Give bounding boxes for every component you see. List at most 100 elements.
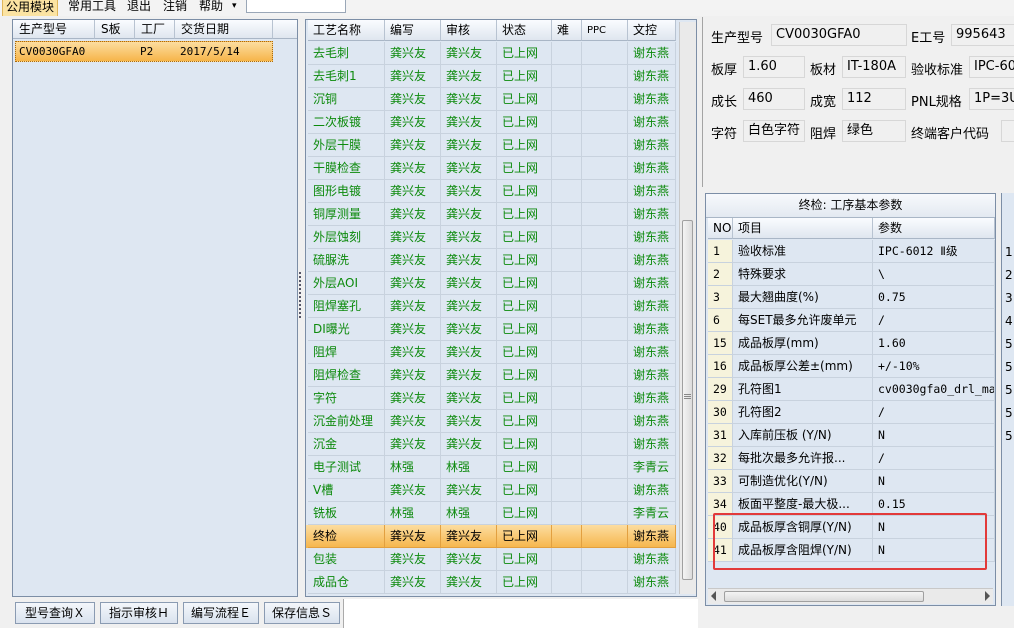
save-info-button[interactable]: 保存信息Ｓ xyxy=(264,602,340,624)
params-scrollbar-thumb[interactable] xyxy=(724,591,924,602)
process-reviewer: 龚兴友 xyxy=(441,157,497,180)
param-row[interactable]: 32 每批次最多允许报... / xyxy=(706,447,995,470)
col-header-writer[interactable]: 编写 xyxy=(385,20,441,41)
process-difficulty xyxy=(552,88,582,111)
process-row[interactable]: DI曝光 龚兴友 龚兴友 已上网 谢东燕 xyxy=(306,318,676,341)
process-row[interactable]: 终检 龚兴友 龚兴友 已上网 谢东燕 xyxy=(306,525,676,548)
params-horizontal-scrollbar[interactable] xyxy=(708,588,993,604)
col-header-ppc[interactable]: PPC xyxy=(582,20,628,41)
process-row[interactable]: 去毛刺1 龚兴友 龚兴友 已上网 谢东燕 xyxy=(306,65,676,88)
process-writer: 龚兴友 xyxy=(385,295,441,318)
col-header-factory[interactable]: 工厂 xyxy=(135,20,175,39)
process-row[interactable]: 铣板 林强 林强 已上网 李青云 xyxy=(306,502,676,525)
standard-field[interactable]: IPC-60 xyxy=(969,56,1014,78)
customer-code-field[interactable] xyxy=(1001,120,1014,142)
col-header-delivery-date[interactable]: 交货日期 xyxy=(175,20,273,39)
grow-field[interactable]: 460 xyxy=(743,88,805,110)
menu-combo-box[interactable] xyxy=(246,0,346,13)
param-item: 特殊要求 xyxy=(733,263,873,286)
param-row[interactable]: 3 最大翘曲度(%) 0.75 xyxy=(706,286,995,309)
param-row[interactable]: 31 入库前压板 (Y/N) N xyxy=(706,424,995,447)
col-header-no[interactable]: NO xyxy=(708,218,733,239)
param-row[interactable]: 33 可制造优化(Y/N) N xyxy=(706,470,995,493)
process-ppc xyxy=(582,226,628,249)
e-no-field[interactable]: 995643 xyxy=(951,24,1014,46)
write-flow-button[interactable]: 编写流程Ｅ xyxy=(183,602,259,624)
process-row[interactable]: 硫脲洗 龚兴友 龚兴友 已上网 谢东燕 xyxy=(306,249,676,272)
param-row[interactable]: 16 成品板厚公差±(mm) +/-10% xyxy=(706,355,995,378)
product-info-panel: 生产型号 CV0030GFA0 E工号 995643 板厚 1.60 板材 IT… xyxy=(702,17,1014,187)
process-ppc xyxy=(582,364,628,387)
process-row[interactable]: 字符 龚兴友 龚兴友 已上网 谢东燕 xyxy=(306,387,676,410)
col-header-process-name[interactable]: 工艺名称 xyxy=(308,20,385,41)
process-writer: 龚兴友 xyxy=(385,364,441,387)
char-field[interactable]: 白色字符 xyxy=(743,120,805,142)
process-ppc xyxy=(582,134,628,157)
col-header-reviewer[interactable]: 审核 xyxy=(441,20,497,41)
scrollbar-thumb[interactable] xyxy=(682,220,693,580)
width-field[interactable]: 112 xyxy=(842,88,906,110)
process-status: 已上网 xyxy=(497,111,552,134)
process-row[interactable]: 电子测试 林强 林强 已上网 李青云 xyxy=(306,456,676,479)
col-header-item[interactable]: 项目 xyxy=(733,218,873,239)
process-ppc xyxy=(582,433,628,456)
scroll-right-arrow-icon[interactable] xyxy=(985,591,990,601)
material-field[interactable]: IT-180A xyxy=(842,56,906,78)
process-reviewer: 龚兴友 xyxy=(441,571,497,594)
review-instruction-button[interactable]: 指示审核Ｈ xyxy=(100,602,178,624)
process-grid: 工艺名称 编写 审核 状态 难 PPC 文控 去毛刺 龚兴友 龚兴友 已上网 谢东燕 去毛… xyxy=(305,19,697,597)
menu-common-tools[interactable]: 常用工具 xyxy=(65,0,119,15)
right-panel-row-number: 5 xyxy=(1005,406,1013,420)
process-ppc xyxy=(582,65,628,88)
menu-dropdown-arrow-icon[interactable]: ▾ xyxy=(229,0,240,15)
order-factory: P2 xyxy=(140,45,154,58)
process-row[interactable]: 沉金前处理 龚兴友 龚兴友 已上网 谢东燕 xyxy=(306,410,676,433)
process-row[interactable]: 外层干膜 龚兴友 龚兴友 已上网 谢东燕 xyxy=(306,134,676,157)
col-header-model[interactable]: 生产型号 xyxy=(13,20,95,39)
param-row[interactable]: 6 每SET最多允许废单元 / xyxy=(706,309,995,332)
process-row[interactable]: 阻焊 龚兴友 龚兴友 已上网 谢东燕 xyxy=(306,341,676,364)
model-field[interactable]: CV0030GFA0 xyxy=(771,24,907,46)
col-header-doc-control[interactable]: 文控 xyxy=(628,20,676,41)
param-row[interactable]: 29 孔符图1 cv0030gfa0_drl_map xyxy=(706,378,995,401)
splitter-handle[interactable] xyxy=(298,270,302,350)
process-row[interactable]: 阻焊检查 龚兴友 龚兴友 已上网 谢东燕 xyxy=(306,364,676,387)
process-row[interactable]: 铜厚测量 龚兴友 龚兴友 已上网 谢东燕 xyxy=(306,203,676,226)
process-row[interactable]: 包装 龚兴友 龚兴友 已上网 谢东燕 xyxy=(306,548,676,571)
material-label: 板材 xyxy=(810,63,837,78)
col-header-status[interactable]: 状态 xyxy=(497,20,552,41)
thickness-field[interactable]: 1.60 xyxy=(743,56,805,78)
pnl-field[interactable]: 1P=3U xyxy=(969,88,1014,110)
process-doc-control: 谢东燕 xyxy=(628,295,676,318)
col-header-difficulty[interactable]: 难 xyxy=(552,20,582,41)
process-row[interactable]: 二次板镀 龚兴友 龚兴友 已上网 谢东燕 xyxy=(306,111,676,134)
param-row[interactable]: 2 特殊要求 \ xyxy=(706,263,995,286)
process-row[interactable]: 外层蚀刻 龚兴友 龚兴友 已上网 谢东燕 xyxy=(306,226,676,249)
param-row[interactable]: 15 成品板厚(mm) 1.60 xyxy=(706,332,995,355)
param-row[interactable]: 1 验收标准 IPC-6012 Ⅱ级 xyxy=(706,240,995,263)
col-header-value[interactable]: 参数 xyxy=(873,218,995,239)
process-row[interactable]: 图形电镀 龚兴友 龚兴友 已上网 谢东燕 xyxy=(306,180,676,203)
menu-logout[interactable]: 注销 xyxy=(160,0,190,15)
process-row[interactable]: 沉金 龚兴友 龚兴友 已上网 谢东燕 xyxy=(306,433,676,456)
process-row[interactable]: 外层AOI 龚兴友 龚兴友 已上网 谢东燕 xyxy=(306,272,676,295)
process-row[interactable]: 成品仓 龚兴友 龚兴友 已上网 谢东燕 xyxy=(306,571,676,594)
process-row[interactable]: 阻焊塞孔 龚兴友 龚兴友 已上网 谢东燕 xyxy=(306,295,676,318)
process-doc-control: 谢东燕 xyxy=(628,571,676,594)
process-grid-scrollbar[interactable] xyxy=(679,22,696,594)
process-row[interactable]: 去毛刺 龚兴友 龚兴友 已上网 谢东燕 xyxy=(306,42,676,65)
menu-exit[interactable]: 退出 xyxy=(124,0,154,15)
scrollbar-grip-icon xyxy=(684,394,691,395)
model-query-button[interactable]: 型号查询Ｘ xyxy=(15,602,95,624)
menu-public-module[interactable]: 公用模块 xyxy=(2,0,59,16)
col-header-s-board[interactable]: S板 xyxy=(95,20,135,39)
mask-field[interactable]: 绿色 xyxy=(842,120,906,142)
param-row[interactable]: 30 孔符图2/ xyxy=(706,401,995,424)
scroll-left-arrow-icon[interactable] xyxy=(711,591,716,601)
menu-help[interactable]: 帮助 xyxy=(196,0,226,15)
order-row[interactable]: CV0030GFA0 P2 2017/5/14 xyxy=(15,41,273,62)
process-row[interactable]: 沉铜 龚兴友 龚兴友 已上网 谢东燕 xyxy=(306,88,676,111)
process-row[interactable]: V槽 龚兴友 龚兴友 已上网 谢东燕 xyxy=(306,479,676,502)
process-ppc xyxy=(582,548,628,571)
process-row[interactable]: 干膜检查 龚兴友 龚兴友 已上网 谢东燕 xyxy=(306,157,676,180)
